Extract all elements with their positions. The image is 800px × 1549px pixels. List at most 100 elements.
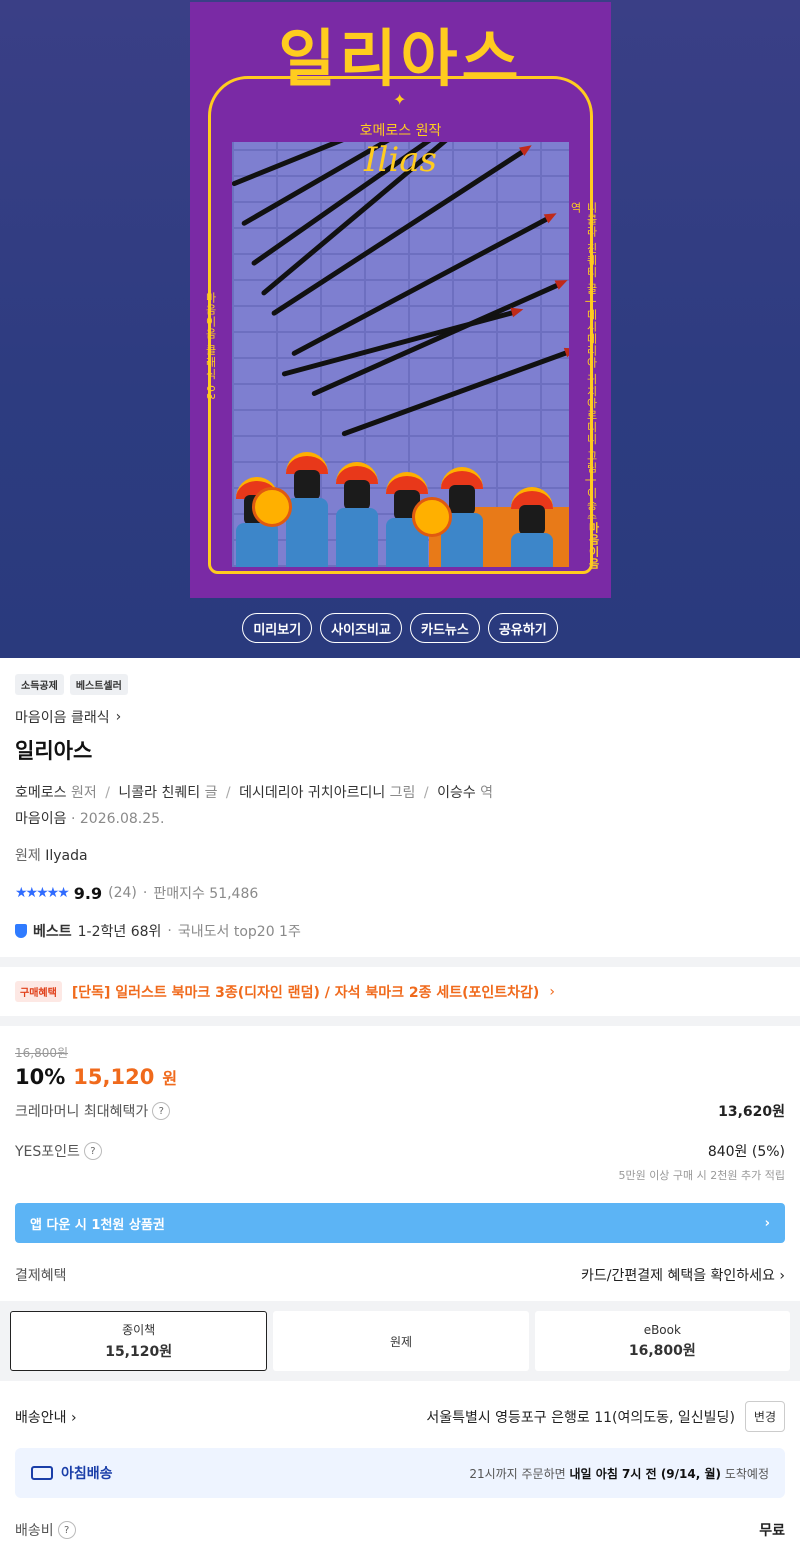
format-name: eBook: [643, 1322, 681, 1337]
format-price: 15,120원: [105, 1344, 173, 1360]
author-role: 역: [480, 785, 494, 801]
sale-price: 15,120: [73, 1065, 155, 1089]
hero-button-group: 미리보기 사이즈비교 카드뉴스 공유하기: [0, 613, 800, 643]
card-news-button[interactable]: 카드뉴스: [409, 613, 480, 643]
chevron-right-icon: ›: [764, 1215, 770, 1231]
sales-index: 판매지수 51,486: [153, 886, 259, 902]
truck-icon: [31, 1466, 53, 1480]
benefit-text: [단독] 일러스트 북마크 3종(디자인 랜덤) / 자석 북마크 2종 세트(…: [71, 984, 540, 1001]
original-title-label: 원제: [15, 848, 41, 864]
points-row: YES포인트? 840원 (5%): [15, 1141, 785, 1161]
benefit-tag: 구매혜택: [15, 981, 62, 1002]
format-tab-paper[interactable]: 종이책 15,120원: [10, 1311, 268, 1371]
cover-illustration: [232, 142, 569, 567]
points-value: 840원 (5%): [707, 1144, 785, 1160]
bestseller-badge: 베스트셀러: [69, 674, 128, 695]
dawn-time: 내일 아침 7시 전 (9/14, 월): [569, 1466, 721, 1481]
format-name: 종이책: [122, 1323, 156, 1337]
cover-publisher-mark: 마음이음: [587, 522, 600, 570]
app-coupon-banner[interactable]: 앱 다운 시 1천원 상품권 ›: [15, 1203, 785, 1243]
price-section: 16,800원 10% 15,120 원 크레마머니 최대혜택가? 13,620…: [0, 1026, 800, 1285]
sale-price-row: 10% 15,120 원: [15, 1065, 785, 1089]
dawn-delivery-label: 아침배송: [61, 1466, 113, 1482]
purchase-benefit-row[interactable]: 구매혜택 [단독] 일러스트 북마크 3종(디자인 랜덤) / 자석 북마크 2…: [0, 967, 800, 1016]
help-icon[interactable]: ?: [152, 1102, 171, 1120]
medal-icon: [15, 924, 27, 938]
dawn-prefix: 21시까지 주문하면: [469, 1466, 566, 1481]
publisher-link[interactable]: 마음이음: [15, 811, 67, 827]
shipping-guide-link[interactable]: 배송안내 ›: [15, 1407, 77, 1427]
series-link[interactable]: 마음이음 클래식 ›: [15, 707, 785, 727]
max-benefit-row: 크레마머니 최대혜택가? 13,620원: [15, 1101, 785, 1121]
author-role: 그림: [389, 785, 416, 801]
help-icon[interactable]: ?: [83, 1142, 102, 1160]
size-compare-button[interactable]: 사이즈비교: [320, 613, 402, 643]
payment-benefit-label: 결제혜택: [15, 1268, 67, 1284]
format-tabs: 종이책 15,120원 원제 eBook 16,800원: [0, 1301, 800, 1381]
author-link[interactable]: 이승수: [437, 785, 476, 801]
publish-date: 2026.08.25.: [79, 811, 165, 827]
author-list: 호메로스 원저 / 니콜라 친퀘티 글 / 데시데리아 귀치아르디니 그림 / …: [15, 785, 494, 801]
section-divider: [0, 957, 800, 967]
author-role: 글: [204, 785, 218, 801]
cover-subtitle: 호메로스 원작: [359, 123, 442, 139]
hero-section: 일리아스 ✦ 호메로스 원작 Ilias 마음이음 클래식 03 니콜라 친퀘티…: [0, 0, 800, 658]
dawn-delivery-box: 아침배송 21시까지 주문하면 내일 아침 7시 전 (9/14, 월) 도착예…: [15, 1448, 785, 1498]
payment-benefit-row[interactable]: 결제혜택 카드/간편결제 혜택을 확인하세요 ›: [15, 1265, 785, 1285]
cover-spine-left: 마음이음 클래식 03: [204, 292, 217, 401]
shipping-address-row: 배송안내 › 서울특별시 영등포구 은행로 11(여의도동, 일신빌딩) 변경: [15, 1401, 785, 1432]
payment-benefit-value: 카드/간편결제 혜택을 확인하세요: [581, 1268, 775, 1284]
book-cover-image[interactable]: 일리아스 ✦ 호메로스 원작 Ilias 마음이음 클래식 03 니콜라 친퀘티…: [190, 2, 611, 598]
format-tab-ebook[interactable]: eBook 16,800원: [534, 1311, 790, 1371]
star-icon: ✦: [393, 90, 407, 109]
help-icon[interactable]: ?: [57, 1521, 76, 1539]
publisher-row: 마음이음 · 2026.08.25.: [15, 811, 165, 827]
shipping-address: 서울특별시 영등포구 은행로 11(여의도동, 일신빌딩): [426, 1409, 735, 1426]
tax-deduction-badge: 소득공제: [15, 674, 64, 695]
share-button[interactable]: 공유하기: [487, 613, 558, 643]
points-label: YES포인트: [15, 1144, 80, 1160]
preview-button[interactable]: 미리보기: [242, 613, 313, 643]
chevron-right-icon: ›: [549, 983, 555, 1000]
author-link[interactable]: 호메로스: [15, 785, 67, 801]
bestseller-extra: 국내도서 top20 1주: [177, 924, 301, 940]
shipping-section: 배송안내 › 서울특별시 영등포구 은행로 11(여의도동, 일신빌딩) 변경 …: [0, 1381, 800, 1540]
bestseller-label: 베스트: [33, 924, 72, 940]
series-label: 마음이음 클래식: [15, 710, 110, 726]
bestseller-rank: 1-2학년 68위: [77, 924, 162, 940]
discount-rate: 10%: [15, 1065, 66, 1089]
chevron-right-icon: ›: [115, 709, 122, 725]
review-count-link[interactable]: (24): [108, 885, 137, 901]
cover-latin-title: Ilias: [364, 140, 437, 180]
format-name: 원제: [389, 1334, 413, 1349]
shipping-fee-value: 무료: [759, 1523, 785, 1539]
chevron-right-icon: ›: [70, 1409, 77, 1426]
rating-score: 9.9: [73, 883, 103, 903]
max-benefit-value: 13,620원: [718, 1104, 785, 1120]
chevron-right-icon: ›: [779, 1268, 785, 1284]
max-benefit-label: 크레마머니 최대혜택가: [15, 1104, 149, 1120]
rating-row: ★★★★★ 9.9 (24) · 판매지수 51,486: [15, 883, 259, 903]
points-note: 5만원 이상 구매 시 2천원 추가 적립: [618, 1169, 785, 1182]
shipping-guide-label: 배송안내: [15, 1409, 67, 1426]
format-tab-original[interactable]: 원제: [273, 1311, 529, 1371]
shipping-fee-row: 배송비? 무료: [15, 1520, 785, 1540]
dawn-suffix: 도착예정: [724, 1466, 769, 1481]
shipping-fee-label: 배송비: [15, 1523, 54, 1539]
rating-stars-icon: ★★★★★: [15, 885, 70, 901]
original-title-row: 원제 Ilyada: [15, 845, 785, 865]
currency-unit: 원: [162, 1069, 178, 1088]
author-link[interactable]: 니콜라 친퀘티: [118, 785, 200, 801]
format-price: 16,800원: [628, 1342, 696, 1359]
author-link[interactable]: 데시데리아 귀치아르디니: [239, 785, 385, 801]
app-coupon-label: 앱 다운 시 1천원 상품권: [30, 1217, 165, 1233]
book-title: 일리아스: [15, 739, 93, 763]
section-divider: [0, 1016, 800, 1026]
bestseller-row[interactable]: 베스트 1-2학년 68위 · 국내도서 top20 1주: [15, 921, 785, 941]
original-title-value: Ilyada: [45, 848, 88, 864]
product-info: 소득공제 베스트셀러 마음이음 클래식 › 일리아스 호메로스 원저 / 니콜라…: [0, 658, 800, 941]
cover-spine-right: 니콜라 친퀘티 글 | 데시데리아 귀치아르디니 그림 | 이승수 역: [569, 202, 598, 524]
change-address-button[interactable]: 변경: [744, 1401, 785, 1432]
original-price: 16,800원: [15, 1046, 69, 1060]
author-role: 원저: [70, 785, 97, 801]
